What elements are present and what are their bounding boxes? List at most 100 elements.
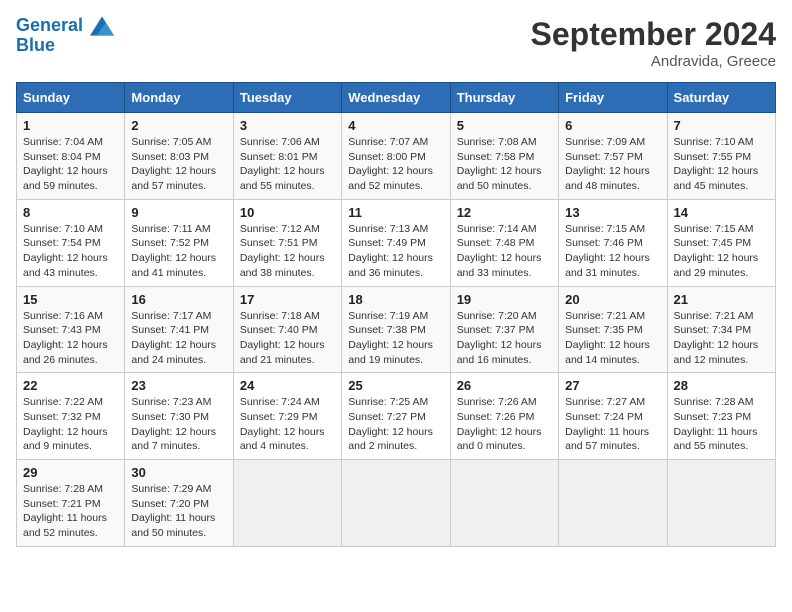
day-info: Sunrise: 7:15 AM Sunset: 7:46 PM Dayligh… xyxy=(565,222,660,281)
day-number: 7 xyxy=(674,118,769,133)
calendar-week-5: 29 Sunrise: 7:28 AM Sunset: 7:21 PM Dayli… xyxy=(17,460,776,547)
calendar-cell: 3 Sunrise: 7:06 AM Sunset: 8:01 PM Daylig… xyxy=(233,113,341,200)
day-info: Sunrise: 7:20 AM Sunset: 7:37 PM Dayligh… xyxy=(457,309,552,368)
day-number: 9 xyxy=(131,205,226,220)
calendar-cell: 12 Sunrise: 7:14 AM Sunset: 7:48 PM Dayli… xyxy=(450,199,558,286)
day-number: 1 xyxy=(23,118,118,133)
calendar-cell xyxy=(667,460,775,547)
calendar-cell: 22 Sunrise: 7:22 AM Sunset: 7:32 PM Dayli… xyxy=(17,373,125,460)
calendar-cell: 23Sunrise: 7:23 AM Sunset: 7:30 PM Dayli… xyxy=(125,373,233,460)
day-info: Sunrise: 7:28 AM Sunset: 7:23 PM Dayligh… xyxy=(674,395,769,454)
day-info: Sunrise: 7:21 AM Sunset: 7:35 PM Dayligh… xyxy=(565,309,660,368)
day-info: Sunrise: 7:16 AM Sunset: 7:43 PM Dayligh… xyxy=(23,309,118,368)
calendar-cell: 6 Sunrise: 7:09 AM Sunset: 7:57 PM Daylig… xyxy=(559,113,667,200)
weekday-header-sunday: Sunday xyxy=(17,83,125,113)
day-info: Sunrise: 7:12 AM Sunset: 7:51 PM Dayligh… xyxy=(240,222,335,281)
calendar-cell: 16 Sunrise: 7:17 AM Sunset: 7:41 PM Dayli… xyxy=(125,286,233,373)
calendar-week-1: 1 Sunrise: 7:04 AM Sunset: 8:04 PM Daylig… xyxy=(17,113,776,200)
calendar-table: SundayMondayTuesdayWednesdayThursdayFrid… xyxy=(16,82,776,547)
calendar-cell: 17 Sunrise: 7:18 AM Sunset: 7:40 PM Dayli… xyxy=(233,286,341,373)
day-number: 27 xyxy=(565,378,660,393)
day-number: 23 xyxy=(131,378,226,393)
weekday-header-monday: Monday xyxy=(125,83,233,113)
day-number: 18 xyxy=(348,292,443,307)
day-info: Sunrise: 7:25 AM Sunset: 7:27 PM Dayligh… xyxy=(348,395,443,454)
calendar-cell: 26 Sunrise: 7:26 AM Sunset: 7:26 PM Dayli… xyxy=(450,373,558,460)
day-info: Sunrise: 7:22 AM Sunset: 7:32 PM Dayligh… xyxy=(23,395,118,454)
logo: General Blue xyxy=(16,16,114,56)
calendar-cell: 7 Sunrise: 7:10 AM Sunset: 7:55 PM Daylig… xyxy=(667,113,775,200)
day-number: 12 xyxy=(457,205,552,220)
calendar-cell: 28 Sunrise: 7:28 AM Sunset: 7:23 PM Dayli… xyxy=(667,373,775,460)
weekday-header-tuesday: Tuesday xyxy=(233,83,341,113)
day-info: Sunrise: 7:15 AM Sunset: 7:45 PM Dayligh… xyxy=(674,222,769,281)
day-number: 24 xyxy=(240,378,335,393)
day-number: 26 xyxy=(457,378,552,393)
day-info: Sunrise: 7:21 AM Sunset: 7:34 PM Dayligh… xyxy=(674,309,769,368)
calendar-cell: 5Sunrise: 7:08 AM Sunset: 7:58 PM Daylig… xyxy=(450,113,558,200)
calendar-cell xyxy=(233,460,341,547)
day-number: 28 xyxy=(674,378,769,393)
calendar-cell: 15 Sunrise: 7:16 AM Sunset: 7:43 PM Dayli… xyxy=(17,286,125,373)
weekday-header-thursday: Thursday xyxy=(450,83,558,113)
day-number: 4 xyxy=(348,118,443,133)
day-number: 8 xyxy=(23,205,118,220)
calendar-week-3: 15 Sunrise: 7:16 AM Sunset: 7:43 PM Dayli… xyxy=(17,286,776,373)
day-number: 3 xyxy=(240,118,335,133)
day-info: Sunrise: 7:18 AM Sunset: 7:40 PM Dayligh… xyxy=(240,309,335,368)
day-number: 10 xyxy=(240,205,335,220)
calendar-cell: 29 Sunrise: 7:28 AM Sunset: 7:21 PM Dayli… xyxy=(17,460,125,547)
logo-text: General xyxy=(16,16,114,36)
day-info: Sunrise: 7:07 AM Sunset: 8:00 PM Dayligh… xyxy=(348,135,443,194)
day-number: 17 xyxy=(240,292,335,307)
day-info: Sunrise: 7:17 AM Sunset: 7:41 PM Dayligh… xyxy=(131,309,226,368)
day-number: 29 xyxy=(23,465,118,480)
day-number: 20 xyxy=(565,292,660,307)
day-number: 22 xyxy=(23,378,118,393)
weekday-header-row: SundayMondayTuesdayWednesdayThursdayFrid… xyxy=(17,83,776,113)
day-info: Sunrise: 7:06 AM Sunset: 8:01 PM Dayligh… xyxy=(240,135,335,194)
title-block: September 2024 Andravida, Greece xyxy=(531,16,776,70)
day-number: 30 xyxy=(131,465,226,480)
day-info: Sunrise: 7:27 AM Sunset: 7:24 PM Dayligh… xyxy=(565,395,660,454)
day-number: 14 xyxy=(674,205,769,220)
calendar-cell xyxy=(342,460,450,547)
day-number: 15 xyxy=(23,292,118,307)
calendar-cell: 14 Sunrise: 7:15 AM Sunset: 7:45 PM Dayli… xyxy=(667,199,775,286)
calendar-cell: 27 Sunrise: 7:27 AM Sunset: 7:24 PM Dayli… xyxy=(559,373,667,460)
calendar-cell: 13Sunrise: 7:15 AM Sunset: 7:46 PM Dayli… xyxy=(559,199,667,286)
day-info: Sunrise: 7:19 AM Sunset: 7:38 PM Dayligh… xyxy=(348,309,443,368)
day-info: Sunrise: 7:04 AM Sunset: 8:04 PM Dayligh… xyxy=(23,135,118,194)
day-number: 25 xyxy=(348,378,443,393)
day-info: Sunrise: 7:24 AM Sunset: 7:29 PM Dayligh… xyxy=(240,395,335,454)
month-title: September 2024 xyxy=(531,16,776,53)
day-number: 11 xyxy=(348,205,443,220)
day-number: 6 xyxy=(565,118,660,133)
calendar-cell: 1 Sunrise: 7:04 AM Sunset: 8:04 PM Daylig… xyxy=(17,113,125,200)
calendar-cell: 19Sunrise: 7:20 AM Sunset: 7:37 PM Dayli… xyxy=(450,286,558,373)
calendar-cell: 10 Sunrise: 7:12 AM Sunset: 7:51 PM Dayli… xyxy=(233,199,341,286)
day-number: 5 xyxy=(457,118,552,133)
day-info: Sunrise: 7:10 AM Sunset: 7:55 PM Dayligh… xyxy=(674,135,769,194)
calendar-cell: 21 Sunrise: 7:21 AM Sunset: 7:34 PM Dayli… xyxy=(667,286,775,373)
location: Andravida, Greece xyxy=(531,53,776,70)
day-number: 21 xyxy=(674,292,769,307)
logo-blue-text: Blue xyxy=(16,36,114,56)
day-info: Sunrise: 7:26 AM Sunset: 7:26 PM Dayligh… xyxy=(457,395,552,454)
calendar-cell: 2 Sunrise: 7:05 AM Sunset: 8:03 PM Daylig… xyxy=(125,113,233,200)
calendar-cell: 4 Sunrise: 7:07 AM Sunset: 8:00 PM Daylig… xyxy=(342,113,450,200)
day-number: 16 xyxy=(131,292,226,307)
day-info: Sunrise: 7:14 AM Sunset: 7:48 PM Dayligh… xyxy=(457,222,552,281)
day-info: Sunrise: 7:09 AM Sunset: 7:57 PM Dayligh… xyxy=(565,135,660,194)
day-number: 2 xyxy=(131,118,226,133)
calendar-cell: 18 Sunrise: 7:19 AM Sunset: 7:38 PM Dayli… xyxy=(342,286,450,373)
calendar-cell: 11Sunrise: 7:13 AM Sunset: 7:49 PM Dayli… xyxy=(342,199,450,286)
calendar-cell: 9Sunrise: 7:11 AM Sunset: 7:52 PM Daylig… xyxy=(125,199,233,286)
day-info: Sunrise: 7:28 AM Sunset: 7:21 PM Dayligh… xyxy=(23,482,118,541)
calendar-cell: 30Sunrise: 7:29 AM Sunset: 7:20 PM Dayli… xyxy=(125,460,233,547)
day-info: Sunrise: 7:05 AM Sunset: 8:03 PM Dayligh… xyxy=(131,135,226,194)
weekday-header-wednesday: Wednesday xyxy=(342,83,450,113)
weekday-header-friday: Friday xyxy=(559,83,667,113)
calendar-week-2: 8Sunrise: 7:10 AM Sunset: 7:54 PM Daylig… xyxy=(17,199,776,286)
calendar-cell: 8Sunrise: 7:10 AM Sunset: 7:54 PM Daylig… xyxy=(17,199,125,286)
